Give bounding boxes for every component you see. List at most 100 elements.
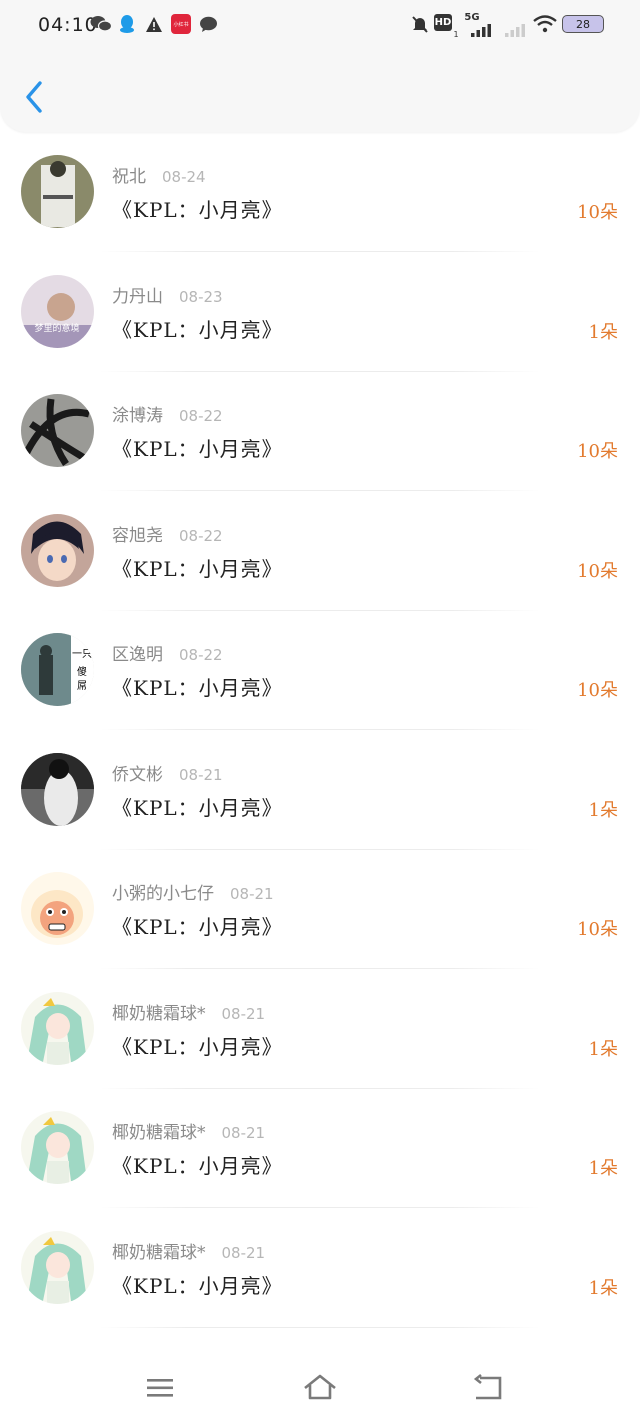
send-date: 08-22 [179, 407, 223, 425]
gift-count: 1朵 [588, 1158, 618, 1179]
send-date: 08-21 [221, 1243, 266, 1262]
send-date: 08-21 [179, 765, 223, 784]
sender-name-text: 小粥的小七仔 [112, 884, 214, 904]
list-item[interactable]: 梦里的意境 力丹山 08-23 《KPL：小月亮》 1朵 [0, 272, 640, 392]
send-date: 08-24 [162, 168, 206, 186]
send-date: 08-21 [230, 885, 274, 903]
avatar[interactable] [21, 1111, 94, 1184]
gift-count: 1朵 [588, 1277, 618, 1299]
list-item[interactable]: 容旭尧 08-22 《KPL：小月亮》 10朵 [0, 511, 640, 631]
gift-title: 《KPL：小月亮》 [112, 915, 283, 939]
list-item[interactable]: 祝北 08-24 《KPL：小月亮》 10朵 [0, 152, 640, 272]
warning-icon [144, 14, 164, 34]
gift-count: 1朵 [588, 1038, 618, 1060]
sender-name: 区逸明 08-22 [112, 640, 223, 665]
send-date: 08-22 [179, 526, 223, 545]
home-icon[interactable] [302, 1372, 338, 1404]
gift-count: 1朵 [588, 799, 618, 821]
sender-name: 椰奶糖霜球* 08-21 [112, 1238, 265, 1263]
send-date: 08-21 [221, 1004, 266, 1023]
chevron-left-icon[interactable] [20, 78, 50, 116]
row-divider [100, 1087, 540, 1089]
hd-sub: 1 [453, 29, 459, 39]
gift-count: 1朵 [588, 321, 618, 343]
avatar[interactable] [21, 394, 94, 467]
row-divider [100, 490, 540, 491]
sender-name-text: 椰奶糖霜球* [112, 1123, 206, 1143]
sender-name-text: 区逸明 [112, 645, 163, 665]
row-divider [100, 1207, 540, 1208]
sender-name: 椰奶糖霜球* 08-21 [112, 999, 265, 1024]
row-divider [100, 1326, 540, 1328]
gift-title: 《KPL：小月亮》 [112, 198, 283, 222]
sender-name: 容旭尧 08-22 [112, 521, 223, 546]
avatar[interactable] [21, 752, 94, 826]
sender-name-text: 容旭尧 [112, 525, 163, 546]
avatar[interactable] [21, 513, 94, 587]
list-item[interactable]: 椰奶糖霜球* 08-21 《KPL：小月亮》 1朵 [0, 1108, 640, 1228]
row-divider [100, 251, 540, 252]
row-divider [100, 609, 540, 611]
sender-name: 小粥的小七仔 08-21 [112, 879, 274, 904]
list-item[interactable]: 侨文彬 08-21 《KPL：小月亮》 1朵 [0, 750, 640, 870]
row-divider [100, 968, 540, 969]
send-date: 08-22 [179, 646, 223, 664]
sender-name-text: 椰奶糖霜球* [112, 1003, 206, 1024]
list-item[interactable]: 椰奶糖霜球* 08-21 《KPL：小月亮》 1朵 [0, 1228, 640, 1348]
system-nav-bar [0, 1350, 640, 1427]
row-divider [100, 370, 540, 372]
wifi-icon [532, 14, 558, 34]
signal-2-icon [504, 20, 528, 40]
gift-title: 《KPL：小月亮》 [112, 556, 283, 581]
gift-count: 10朵 [577, 441, 618, 462]
status-time: 04:10 [38, 14, 98, 36]
menu-icon[interactable] [142, 1372, 178, 1404]
gift-title: 《KPL：小月亮》 [112, 317, 283, 342]
sender-name: 椰奶糖霜球* 08-21 [112, 1118, 265, 1143]
gift-record-list: 祝北 08-24 《KPL：小月亮》 10朵 梦里的意境 力丹山 08-23 《KPL：小月亮… [0, 152, 640, 1347]
list-item[interactable]: 椰奶糖霜球* 08-21 《KPL：小月亮》 1朵 [0, 989, 640, 1109]
sender-name: 涂博涛 08-22 [112, 401, 223, 426]
sender-name: 侨文彬 08-21 [112, 760, 223, 785]
list-item[interactable]: 涂博涛 08-22 《KPL：小月亮》 10朵 [0, 391, 640, 511]
gift-title: 《KPL：小月亮》 [112, 437, 283, 461]
sender-name: 力丹山 08-23 [112, 282, 223, 307]
qq-icon [118, 14, 136, 34]
hd-icon: HD [434, 14, 452, 31]
avatar[interactable] [21, 991, 94, 1065]
row-divider [100, 848, 540, 850]
gift-title: 《KPL：小月亮》 [112, 1273, 283, 1298]
avatar[interactable] [21, 1230, 94, 1304]
avatar[interactable] [21, 155, 94, 228]
svg-text:傻: 傻 [77, 666, 87, 678]
list-item[interactable]: 小粥的小七仔 08-21 《KPL：小月亮》 10朵 [0, 869, 640, 989]
return-icon[interactable] [470, 1372, 506, 1404]
mute-bell-icon [410, 14, 430, 34]
send-date: 08-21 [221, 1124, 266, 1142]
row-divider [100, 729, 540, 730]
gift-count: 10朵 [577, 919, 618, 940]
gift-count: 10朵 [577, 202, 618, 223]
list-item[interactable]: 一只傻屌区逸明 08-22 《KPL：小月亮》 10朵 [0, 630, 640, 750]
sender-name-text: 侨文彬 [112, 764, 163, 785]
svg-text:梦里的意境: 梦里的意境 [34, 322, 79, 334]
message-icon [198, 14, 218, 34]
status-bar: 04:10 小红书 HD 1 5G 28 [0, 0, 640, 50]
sender-name-text: 力丹山 [112, 286, 163, 307]
gift-count: 10朵 [577, 560, 618, 582]
gift-title: 《KPL：小月亮》 [112, 1034, 283, 1059]
svg-text:一只: 一只 [72, 649, 92, 660]
gift-title: 《KPL：小月亮》 [112, 676, 283, 700]
xiaohongshu-icon: 小红书 [171, 14, 191, 34]
gift-count: 10朵 [577, 680, 618, 701]
avatar[interactable] [21, 872, 94, 945]
avatar[interactable]: 梦里的意境 [21, 274, 94, 348]
signal-icon [470, 20, 494, 40]
sender-name-text: 涂博涛 [112, 406, 163, 426]
sender-name-text: 祝北 [112, 167, 146, 187]
send-date: 08-23 [179, 287, 223, 306]
gift-title: 《KPL：小月亮》 [112, 795, 283, 820]
sender-name-text: 椰奶糖霜球* [112, 1242, 206, 1263]
gift-title: 《KPL：小月亮》 [112, 1154, 283, 1178]
avatar[interactable]: 一只傻屌 [21, 633, 94, 706]
